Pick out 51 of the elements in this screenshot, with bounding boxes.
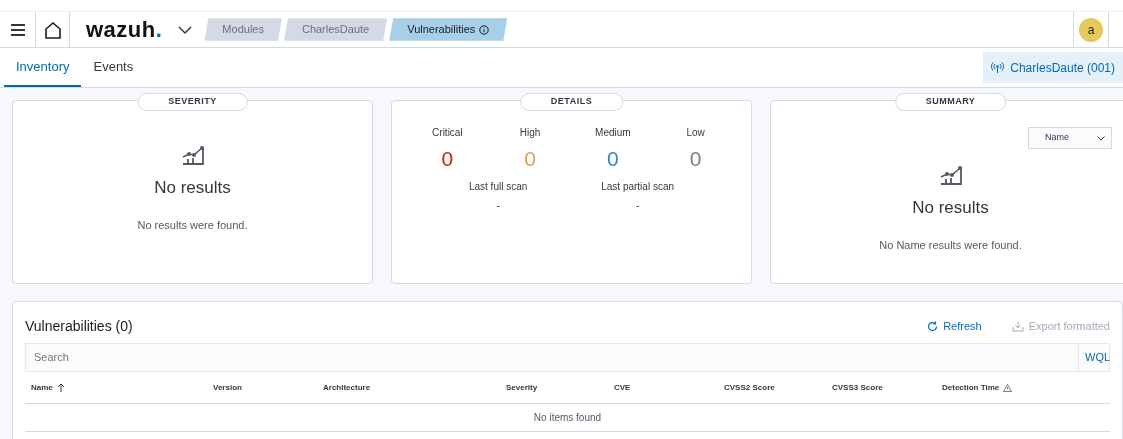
- scan-label: Last full scan: [468, 180, 528, 194]
- select-field[interactable]: Name: [1028, 127, 1112, 149]
- column-header[interactable]: Version: [213, 381, 323, 394]
- panel-title: SUMMARY: [894, 93, 1007, 111]
- column-header[interactable]: Detection Time: [942, 381, 1110, 394]
- warning-icon: [1003, 383, 1013, 392]
- breadcrumb[interactable]: CharlesDaute: [283, 18, 388, 41]
- empty-message: No results were found.: [137, 217, 248, 233]
- logo[interactable]: wazuh.: [86, 13, 163, 46]
- search-field[interactable]: Search: [25, 343, 1078, 372]
- refresh-icon: [927, 321, 939, 332]
- count-label: Critical: [432, 126, 463, 140]
- empty-title: No results: [912, 197, 989, 219]
- chevron-down-icon[interactable]: [178, 25, 193, 35]
- home-icon[interactable]: [43, 20, 62, 39]
- column-header[interactable]: CVSS2 Score: [724, 381, 832, 394]
- download-icon: [1011, 321, 1024, 332]
- breadcrumb[interactable]: Vulnerabilities: [389, 18, 508, 41]
- scan-value: -: [496, 199, 500, 213]
- count-label: Medium: [595, 126, 631, 140]
- column-header[interactable]: Name: [31, 381, 213, 394]
- count-value: 0: [441, 148, 454, 169]
- agent-button[interactable]: CharlesDaute (001): [983, 52, 1123, 83]
- empty-message: No Name results were found.: [879, 237, 1022, 253]
- menu-icon[interactable]: [10, 23, 25, 36]
- count-value: 0: [524, 148, 536, 169]
- count-value: 0: [689, 148, 702, 169]
- panel-title: DETAILS: [519, 93, 624, 111]
- column-header[interactable]: Severity: [506, 381, 614, 394]
- count-value: 0: [607, 148, 619, 169]
- chevron-down-icon: [1097, 135, 1105, 141]
- column-header[interactable]: Architecture: [323, 381, 506, 394]
- column-header[interactable]: CVSS3 Score: [832, 381, 942, 394]
- query-language-button[interactable]: WQL: [1078, 343, 1110, 372]
- count-label: Low: [686, 126, 705, 140]
- breadcrumb[interactable]: Modules: [204, 18, 282, 41]
- tab[interactable]: Events: [81, 48, 146, 87]
- select-value: Name: [1045, 131, 1069, 145]
- count-label: High: [519, 126, 541, 140]
- scan-label: Last partial scan: [601, 180, 675, 194]
- avatar[interactable]: a: [1079, 17, 1103, 42]
- sort-ascending-icon: [56, 383, 65, 392]
- empty-message: No items found: [25, 404, 1110, 432]
- table-title: Vulnerabilities (0): [25, 317, 133, 336]
- panel-title: SEVERITY: [137, 93, 248, 111]
- scan-value: -: [635, 199, 640, 213]
- antenna-icon: [991, 62, 1005, 73]
- empty-title: No results: [154, 177, 231, 199]
- info-icon: [479, 25, 490, 36]
- action-link[interactable]: Refresh: [927, 318, 982, 335]
- column-header[interactable]: CVE: [614, 381, 724, 394]
